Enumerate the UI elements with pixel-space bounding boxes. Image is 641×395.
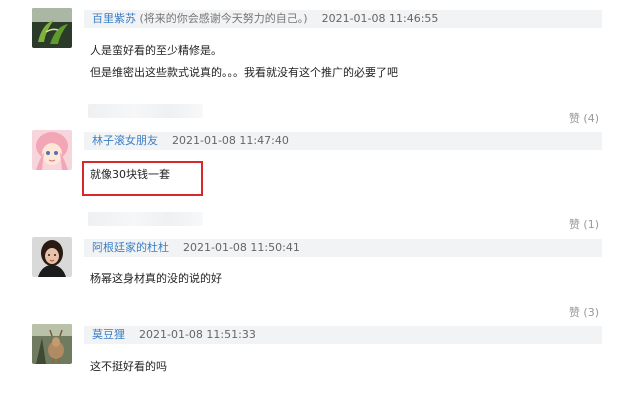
comment-time: 2021-01-08 11:47:40	[172, 134, 289, 147]
comment-text: 这不挺好看的吗	[90, 356, 167, 378]
avatar[interactable]	[32, 324, 72, 364]
comment-header: 百里紫苏 (将来的你会感谢今天努力的自己。) 2021-01-08 11:46:5…	[84, 10, 602, 28]
like-button[interactable]: 赞 (1)	[569, 216, 599, 232]
comment-header: 林子滚女朋友 2021-01-08 11:47:40	[84, 132, 602, 150]
woman-photo-avatar-icon	[32, 237, 72, 277]
comment-line: 杨幂这身材真的没的说的好	[90, 272, 222, 285]
anime-girl-avatar-icon	[32, 130, 72, 170]
comment-header: 莫豆狸 2021-01-08 11:51:33	[84, 326, 602, 344]
comment-signature: (将来的你会感谢今天努力的自己。)	[136, 12, 308, 25]
comment-time: 2021-01-08 11:51:33	[139, 328, 256, 341]
like-button[interactable]: 赞 (4)	[569, 110, 599, 126]
comment-username[interactable]: 林子滚女朋友	[92, 134, 158, 147]
blurred-reply-strip	[88, 212, 203, 226]
comment-line: 人是蛮好看的至少精修是。	[90, 44, 222, 57]
comment-text: 人是蛮好看的至少精修是。 但是维密出这些款式说真的。。。我看就没有这个推广的必要…	[90, 40, 398, 84]
like-button[interactable]: 赞 (3)	[569, 304, 599, 320]
avatar[interactable]	[32, 8, 72, 48]
avatar[interactable]	[32, 237, 72, 277]
comment-line: 但是维密出这些款式说真的。。。我看就没有这个推广的必要了吧	[90, 66, 398, 79]
comment-username[interactable]: 莫豆狸	[92, 328, 125, 341]
plant-avatar-icon	[32, 8, 72, 48]
comment-header: 阿根廷家的杜杜 2021-01-08 11:50:41	[84, 239, 602, 257]
comment-username[interactable]: 百里紫苏	[92, 12, 136, 25]
highlight-box	[82, 161, 203, 196]
comment-text: 杨幂这身材真的没的说的好	[90, 268, 222, 290]
comment-line: 这不挺好看的吗	[90, 360, 167, 373]
deer-avatar-icon	[32, 324, 72, 364]
comment-time: 2021-01-08 11:50:41	[183, 241, 300, 254]
comment-username[interactable]: 阿根廷家的杜杜	[92, 241, 169, 254]
blurred-reply-strip	[88, 104, 203, 118]
avatar[interactable]	[32, 130, 72, 170]
comment-time: 2021-01-08 11:46:55	[321, 12, 439, 25]
